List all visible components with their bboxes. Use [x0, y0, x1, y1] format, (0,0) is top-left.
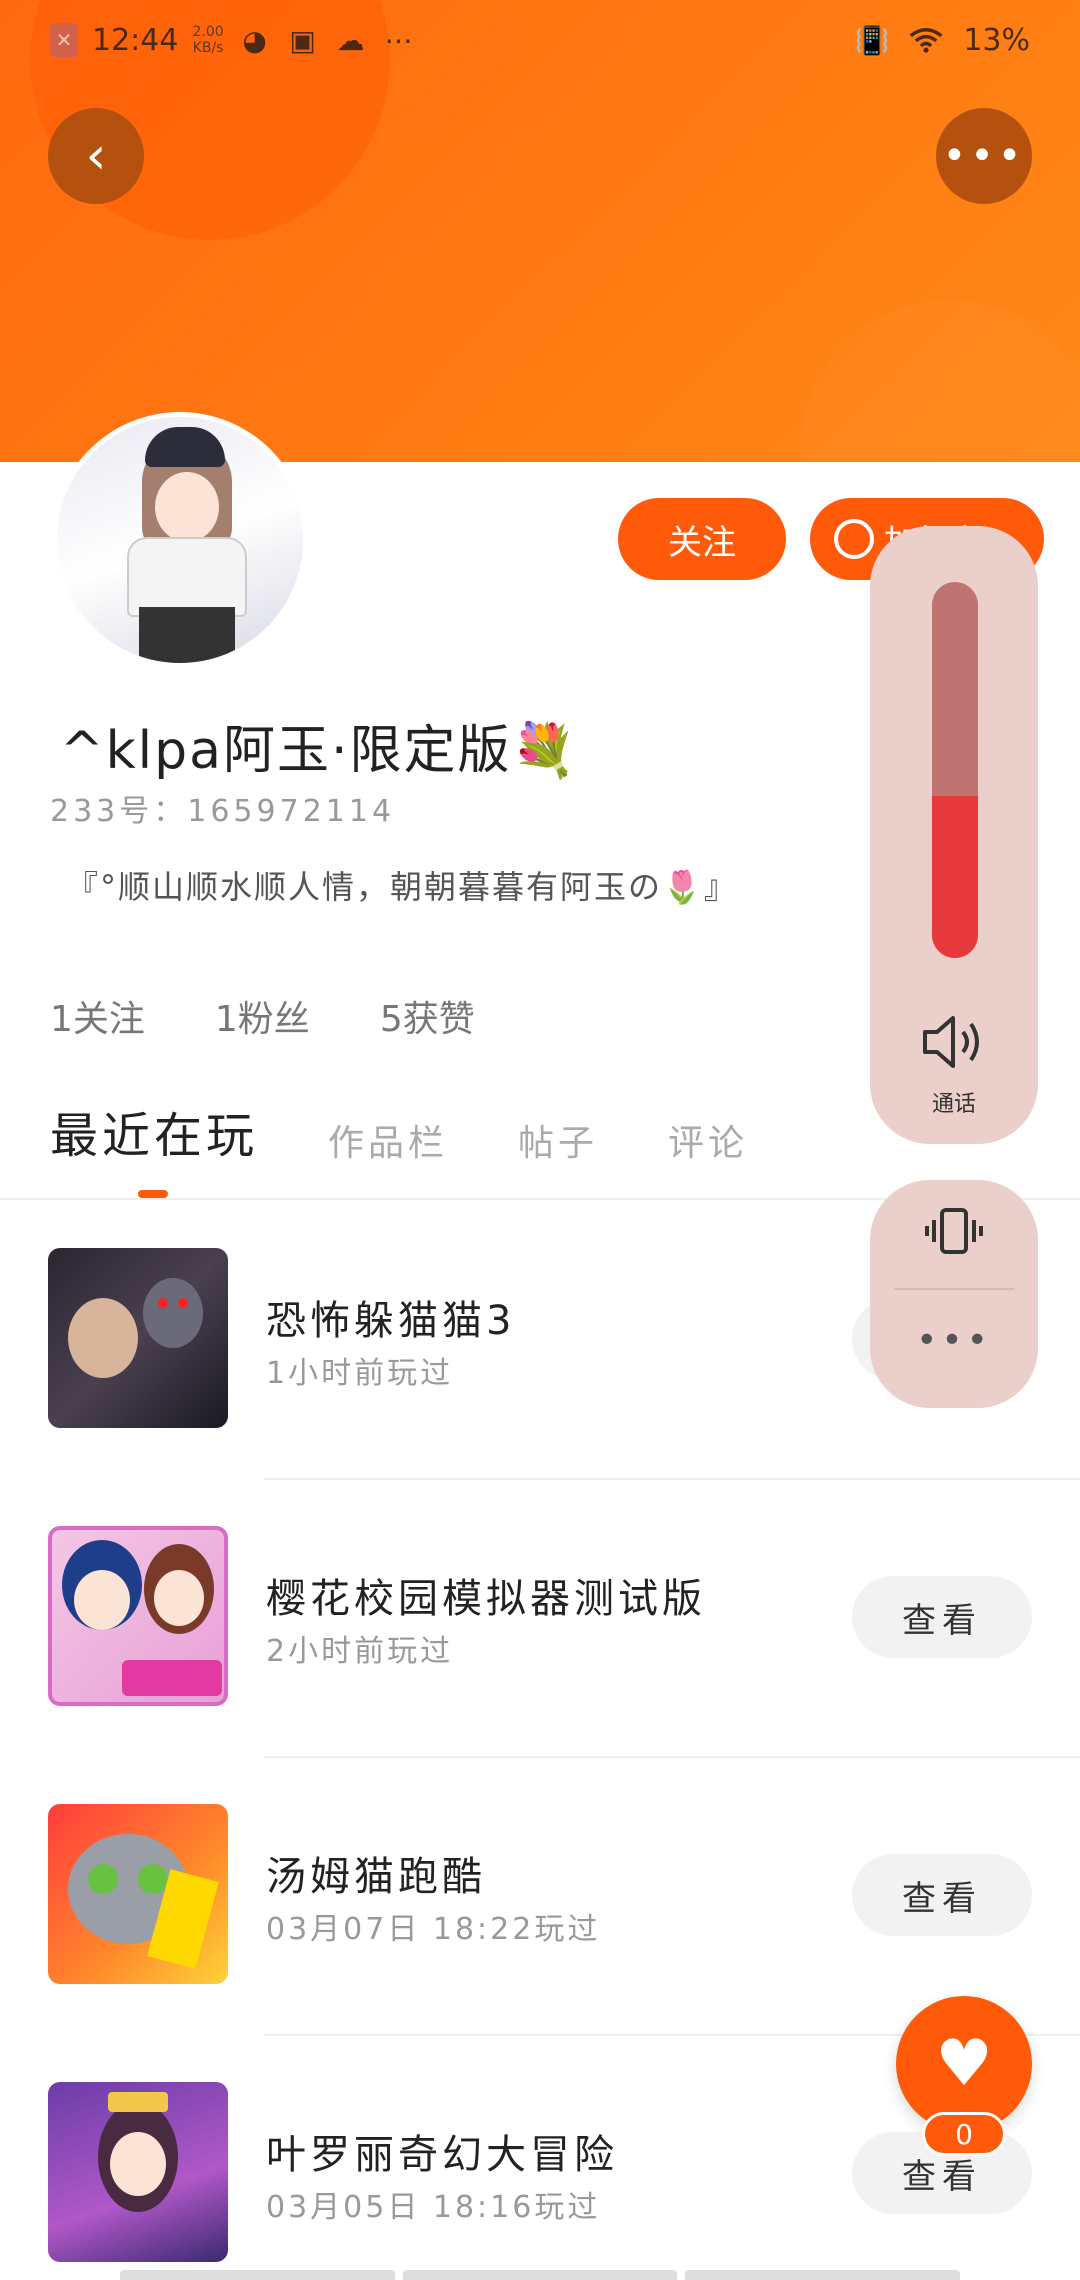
- video-app-icon: ▣: [289, 23, 316, 57]
- game-last-played: 1小时前玩过: [266, 1356, 454, 1391]
- game-title: 樱花校园模拟器测试版: [266, 1576, 706, 1622]
- profile-stats: 1关注 1粉丝 5获赞: [50, 990, 475, 1042]
- game-title: 叶罗丽奇幻大冒险: [266, 2132, 618, 2178]
- chevron-left-icon: ‹: [85, 126, 107, 186]
- game-thumbnail: [48, 1526, 228, 1706]
- more-options-button[interactable]: •••: [936, 108, 1032, 204]
- volume-stream-label: 通话: [931, 1092, 976, 1117]
- tab-comments[interactable]: 评论: [668, 1114, 748, 1166]
- game-thumbnail: [48, 1248, 228, 1428]
- vibrate-status-icon: 📳: [854, 23, 890, 57]
- game-last-played: 03月05日 18:16玩过: [266, 2190, 601, 2225]
- avatar-image: [57, 417, 303, 663]
- game-last-played: 03月07日 18:22玩过: [266, 1912, 601, 1947]
- more-notifications-icon: ⋯: [384, 23, 413, 57]
- likes-count: 5获赞: [379, 999, 475, 1040]
- heart-icon: ♥: [935, 2027, 993, 2101]
- list-divider: [264, 1478, 1080, 1480]
- game-thumbnail: [48, 2082, 228, 2262]
- fans-count[interactable]: 1粉丝: [215, 990, 310, 1042]
- follow-label: 关注: [668, 522, 736, 563]
- tab-recently-played[interactable]: 最近在玩: [50, 1096, 258, 1166]
- game-last-played: 2小时前玩过: [266, 1634, 454, 1669]
- tab-works[interactable]: 作品栏: [328, 1114, 448, 1166]
- list-item[interactable]: 樱花校园模拟器测试版 2小时前玩过 查看: [0, 1526, 1080, 1804]
- profile-tabs: 最近在玩 作品栏 帖子 评论: [50, 1096, 748, 1166]
- user-icon: [834, 519, 874, 559]
- cloud-icon: ☁: [336, 23, 365, 57]
- speaker-icon[interactable]: [870, 1012, 1038, 1086]
- tab-posts[interactable]: 帖子: [518, 1114, 598, 1166]
- ringer-mode-panel: •••: [870, 1180, 1038, 1408]
- list-divider: [264, 1756, 1080, 1758]
- vibrate-icon[interactable]: [870, 1206, 1038, 1268]
- follow-button[interactable]: 关注: [618, 498, 786, 580]
- game-title: 汤姆猫跑酷: [266, 1854, 486, 1900]
- net-speed: 2.00 KB/s: [192, 24, 224, 56]
- back-button[interactable]: ‹: [48, 108, 144, 204]
- game-thumbnail: [48, 1804, 228, 1984]
- banner-decoration: [800, 300, 1080, 462]
- wifi-icon: [909, 23, 943, 57]
- panel-divider: [894, 1288, 1014, 1290]
- notification-close-icon: ✕: [50, 23, 78, 57]
- view-button[interactable]: 查看: [852, 1576, 1032, 1658]
- user-id: 233号：165972114: [50, 794, 396, 829]
- nickname: ^klpa阿玉·限定版💐: [60, 721, 579, 781]
- bottom-nav-handle: [120, 2270, 961, 2280]
- like-count-badge: 0: [922, 2112, 1006, 2156]
- more-horizontal-icon: •••: [942, 133, 1026, 179]
- avatar[interactable]: [52, 412, 308, 668]
- view-button[interactable]: 查看: [852, 1854, 1032, 1936]
- app-notification-icon: ◕: [242, 23, 267, 57]
- battery-level: 13%: [963, 22, 1030, 58]
- game-title: 恐怖躲猫猫3: [266, 1298, 516, 1344]
- volume-slider[interactable]: [932, 582, 978, 958]
- volume-level: [932, 796, 978, 958]
- active-tab-indicator: [138, 1190, 168, 1198]
- bio: 『°顺山顺水顺人情，朝朝暮暮有阿玉の🌷』: [66, 868, 738, 906]
- status-bar: ✕ 12:44 2.00 KB/s ◕ ▣ ☁ ⋯ 📳 13%: [0, 0, 1080, 80]
- following-count[interactable]: 1关注: [50, 990, 145, 1042]
- volume-panel: 通话: [870, 526, 1038, 1144]
- status-time: 12:44: [92, 22, 179, 58]
- volume-more-icon[interactable]: •••: [870, 1320, 1038, 1361]
